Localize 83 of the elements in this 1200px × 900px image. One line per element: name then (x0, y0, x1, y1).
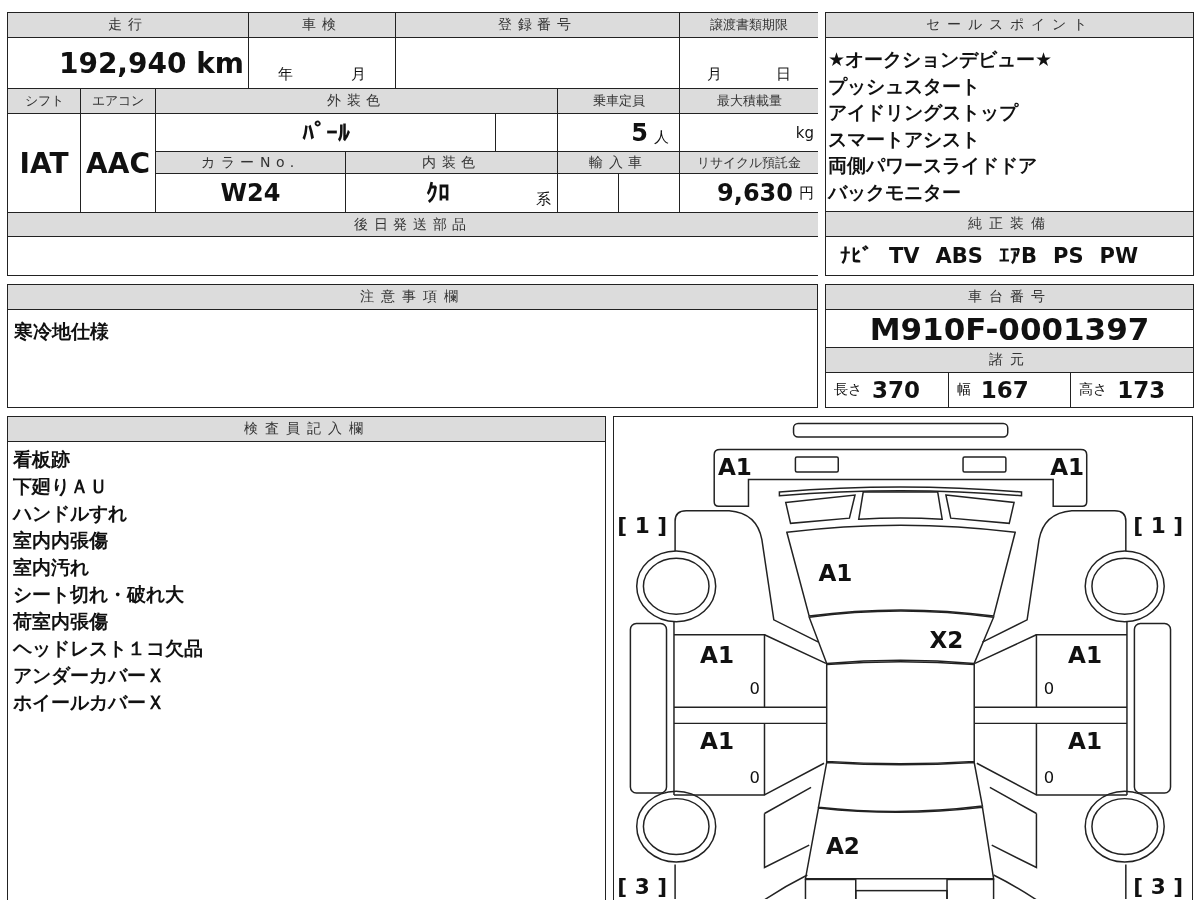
shift-value: IAT (19, 146, 69, 180)
sales-point-text: アイドリングストップ (828, 100, 1020, 125)
aircon-value: AAC (86, 146, 150, 180)
capacity-value: 5 (631, 118, 648, 147)
equipment-text: PW (1099, 244, 1139, 268)
header-cell: 譲渡書類期限 (680, 13, 818, 37)
sales-point-text: スマートアシスト (828, 126, 981, 152)
header-cell: 後日発送部品 (8, 213, 818, 236)
exterior-color-value: ﾊﾟｰﾙ (301, 118, 350, 147)
day-label: 日 (776, 65, 791, 84)
sales-point-text: プッシュスタート (828, 73, 981, 99)
sales-point-text: 両側パワースライドドア (828, 153, 1038, 178)
header-cell: 外装色 (156, 89, 557, 113)
chassis-number-value: M910F-0001397 (869, 310, 1150, 347)
equipment-text: ｴｱB (998, 244, 1037, 268)
equipment-text: ﾅﾋﾞ (840, 244, 873, 268)
header-cell: 走行 (8, 13, 248, 37)
spec-value: 370 (872, 377, 920, 403)
corner-label: [ 1 ] (1133, 513, 1184, 538)
unit-label: kg (795, 123, 814, 142)
equipment-text: TV (889, 244, 920, 268)
header-cell: 登録番号 (396, 13, 679, 37)
header-cell: 純正装備 (826, 212, 1193, 237)
month-label: 月 (351, 65, 366, 84)
inspector-note: 荷室内張傷 (13, 609, 109, 634)
inspector-note: アンダーカバーＸ (13, 663, 166, 688)
month-label: 月 (707, 65, 722, 84)
inspector-note: 室内内張傷 (13, 528, 109, 553)
recycle-fee-value: 9,630 (717, 179, 793, 207)
spec-value: 167 (980, 377, 1029, 403)
inspector-note: ホイールカバーＸ (13, 690, 166, 715)
inspector-note: ヘッドレスト１コ欠品 (13, 636, 204, 661)
header-cell: 諸元 (826, 348, 1193, 373)
damage-mark: A1 (1068, 641, 1102, 668)
inspector-note: 看板跡 (13, 447, 71, 472)
corner-label: [ 3 ] (1133, 874, 1184, 899)
spec-label: 長さ (834, 381, 862, 399)
equipment-text: PS (1053, 244, 1084, 268)
header-cell: 車検 (249, 13, 395, 37)
interior-color-value: ｸﾛ (426, 179, 450, 207)
header-cell: カラーNo. (156, 152, 345, 173)
inspector-note: シート切れ・破れ大 (13, 582, 185, 607)
damage-mark: A1 (1050, 453, 1085, 480)
panel-mark: 0 (1043, 768, 1055, 787)
header-cell: 内装色 (346, 152, 557, 173)
damage-mark: A1 (717, 453, 752, 480)
damage-mark: A1 (700, 641, 734, 668)
damage-mark: A1 (1068, 728, 1102, 755)
caution-text: 寒冷地仕様 (14, 319, 110, 344)
spec-value: 173 (1117, 377, 1166, 403)
header-cell: 検査員記入欄 (8, 417, 605, 442)
sales-point-text: バックモニター (828, 179, 962, 205)
sales-point-text: ★オークションデビュー★ (828, 47, 1054, 72)
spec-label: 幅 (956, 381, 971, 399)
spec-label: 高さ (1079, 381, 1108, 399)
header-cell: セールスポイント (826, 13, 1193, 38)
panel-mark: 0 (749, 768, 760, 787)
header-cell: 乗車定員 (558, 89, 679, 113)
damage-mark: X2 (929, 627, 964, 654)
color-number-value: W24 (220, 179, 281, 207)
header-cell: 最大積載量 (680, 89, 818, 113)
header-cell: リサイクル預託金 (680, 152, 818, 173)
damage-mark: A2 (825, 833, 860, 860)
damage-mark: A1 (700, 728, 734, 755)
corner-label: [ 1 ] (617, 513, 668, 538)
year-label: 年 (278, 65, 293, 84)
inspector-note: 下廻りＡＵ (13, 474, 109, 499)
inspector-note: ハンドルすれ (13, 501, 128, 526)
suffix-label: 系 (536, 190, 551, 210)
inspector-note: 室内汚れ (13, 555, 90, 580)
header-cell: 注意事項欄 (8, 285, 817, 310)
mileage-value: 192,940 km (58, 46, 244, 80)
equipment-text: ABS (935, 244, 983, 268)
unit-label: 円 (799, 183, 814, 203)
header-cell: 輸入車 (558, 152, 679, 173)
corner-label: [ 3 ] (617, 874, 668, 899)
panel-mark: 0 (1043, 679, 1055, 699)
panel-mark: 0 (749, 679, 760, 699)
header-cell: 車台番号 (826, 285, 1193, 310)
unit-label: 人 (654, 128, 669, 148)
header-cell: シフト (8, 89, 80, 113)
header-cell: エアコン (81, 89, 155, 113)
damage-mark: A1 (818, 559, 853, 586)
